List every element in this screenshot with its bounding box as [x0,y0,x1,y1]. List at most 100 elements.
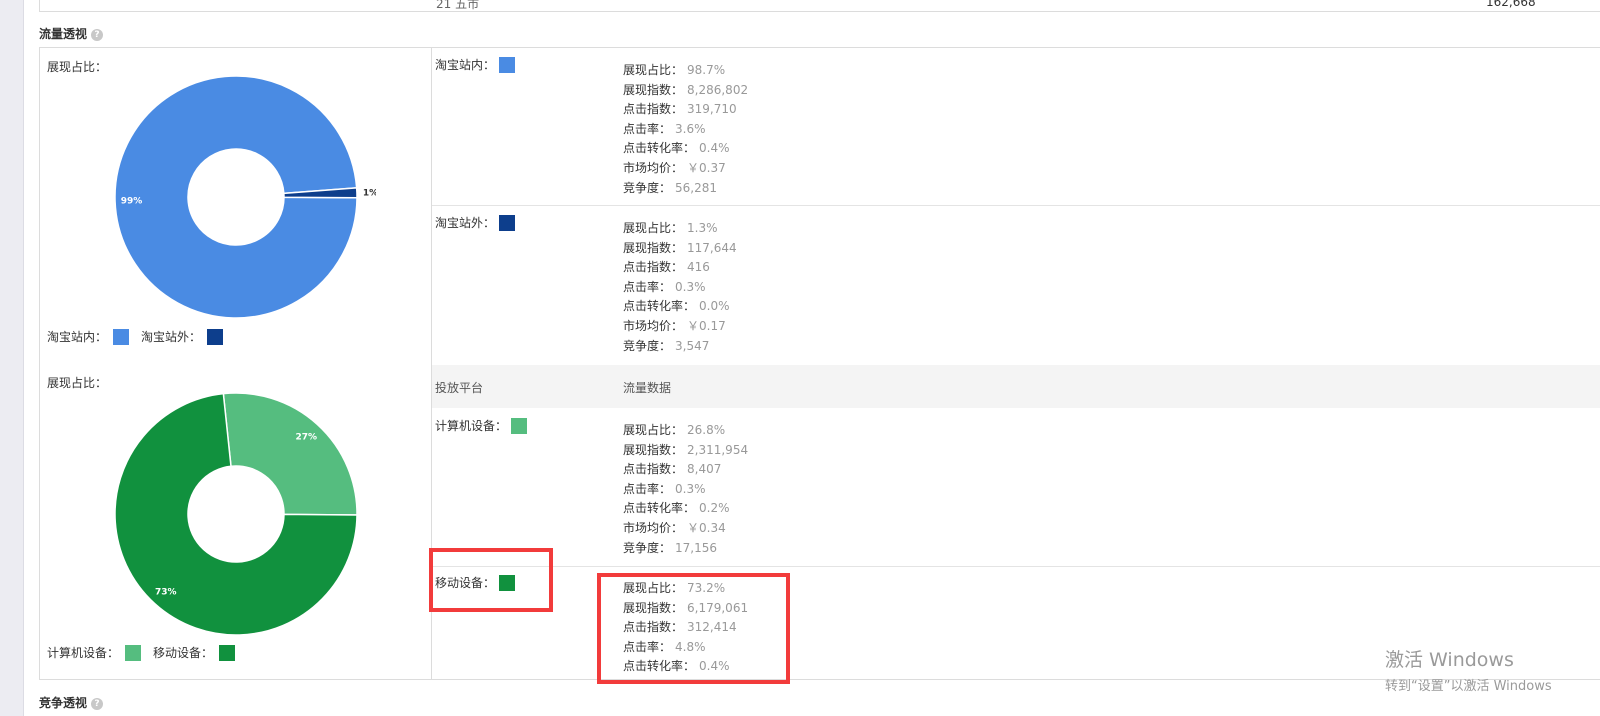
metric-key: 点击率： [623,279,672,294]
metric-key: 点击转化率： [623,501,696,516]
metric-value: 0.4% [699,141,730,156]
metric-item: 竞争度： 56,281 [623,179,748,199]
platform-taobao-in: 淘宝站内： [435,56,516,73]
left-rail [0,0,24,716]
chart1-legend: 淘宝站内： 淘宝站外： [47,328,235,345]
metric-value: 319,710 [687,102,737,117]
metric-item: 竞争度： 3,547 [623,337,737,357]
metric-value: 0.0% [699,299,730,314]
metric-value: 0.2% [699,501,730,516]
metric-item: 市场均价： ￥0.17 [623,317,737,337]
section-title-text: 流量透视 [39,27,88,41]
metric-key: 展现指数： [623,442,684,457]
section-title: 流量透视? [39,25,104,42]
metric-item: 点击转化率： 0.4% [623,139,748,159]
metric-value: 8,407 [687,462,722,477]
metric-key: 展现指数： [623,82,684,97]
platform-pc: 计算机设备： [435,417,528,434]
metric-value: 26.8% [687,423,726,437]
metric-key: 点击率： [623,481,672,496]
donut-label-0: 99% [121,197,143,207]
donut-chart-device: 27% 73% [114,392,358,636]
metric-value: 117,644 [687,240,737,255]
metric-key: 展现占比： [623,63,684,77]
metric-item: 点击率： 3.6% [623,120,748,140]
metric-item: 市场均价： ￥0.37 [623,159,748,179]
platform-label: 计算机设备： [435,419,508,433]
next-section-title: 竞争透视? [39,694,104,711]
metric-key: 点击指数： [623,260,684,275]
metrics-taobao-out: 展现占比： 1.3% 展现指数： 117,644 点击指数： 416 点击率： 0.3% 点击转… [623,219,737,356]
metric-key: 竞争度： [623,338,672,353]
legend-label-mobile: 移动设备： [153,646,214,660]
header-traffic-data: 流量数据 [623,381,672,395]
platform-label: 淘宝站外： [435,216,496,230]
metric-item: 展现占比： 26.8% [623,421,748,441]
row-separator [432,205,1600,206]
metric-key: 竞争度： [623,540,672,555]
platform-swatch [511,417,528,434]
metric-key: 市场均价： [623,520,684,535]
previous-row-value: 162,668 [1486,0,1536,9]
legend-label-taobao-in: 淘宝站内： [47,330,108,344]
question-icon[interactable]: ? [91,28,104,41]
metric-item: 展现指数： 2,311,954 [623,441,748,461]
highlight-box-mobile-label [429,548,553,612]
metric-value: ￥0.34 [687,520,726,535]
metric-item: 点击转化率： 0.2% [623,499,748,519]
legend-label-pc: 计算机设备： [47,646,120,660]
metric-key: 竞争度： [623,180,672,195]
metric-item: 展现指数： 117,644 [623,239,737,259]
donut-slice-0[interactable] [222,392,358,516]
metric-value: 1.3% [687,221,718,235]
highlight-box-mobile-metrics [597,573,790,684]
header-platform: 投放平台 [435,381,484,395]
metric-item: 点击转化率： 0.0% [623,297,737,317]
metric-key: 展现指数： [623,240,684,255]
question-icon[interactable]: ? [91,697,104,710]
previous-table-remnant: 21 五市 162,668 [39,0,1600,12]
metric-value: 8,286,802 [687,82,749,97]
metric-key: 点击指数： [623,462,684,477]
metrics-taobao-in: 展现占比： 98.7% 展现指数： 8,286,802 点击指数： 319,710 点击率：… [623,61,748,198]
metric-key: 展现占比： [623,221,684,235]
device-table-header: 投放平台 流量数据 [432,365,1600,408]
donut-label-1: 73% [155,587,177,597]
metric-item: 市场均价： ￥0.34 [623,519,748,539]
donut-chart-channel: 99% 1% [114,75,376,319]
metric-item: 展现指数： 8,286,802 [623,81,748,101]
metric-item: 展现占比： 98.7% [623,61,748,81]
row-separator [432,566,1600,567]
metric-item: 点击率： 0.3% [623,278,737,298]
metric-value: 3,547 [675,338,710,353]
metric-key: 展现占比： [623,423,684,437]
chart2-label: 展现占比： [47,376,108,390]
metric-value: 416 [687,260,710,275]
metric-key: 市场均价： [623,160,684,175]
metric-item: 展现占比： 1.3% [623,219,737,239]
metric-value: ￥0.37 [687,160,726,175]
metric-key: 点击指数： [623,102,684,117]
metric-value: 0.3% [675,279,706,294]
metric-item: 点击指数： 8,407 [623,460,748,480]
previous-row-label: 21 五市 [436,0,480,11]
windows-activation-watermark: 激活 Windows 转到“设置”以激活 Windows [1385,645,1552,694]
metric-key: 点击率： [623,121,672,136]
metric-value: 56,281 [675,180,718,195]
legend-swatch-pc [125,644,142,661]
metric-item: 点击指数： 416 [623,258,737,278]
platform-swatch [499,214,516,231]
chart1-label: 展现占比： [47,60,108,74]
watermark-line2: 转到“设置”以激活 Windows [1385,679,1552,694]
metric-key: 点击转化率： [623,141,696,156]
donut-label-1: 1% [363,189,376,199]
metric-value: ￥0.17 [687,318,726,333]
metrics-pc: 展现占比： 26.8% 展现指数： 2,311,954 点击指数： 8,407 点击率： 0.… [623,421,748,558]
legend-swatch-taobao-in [113,328,130,345]
watermark-line1: 激活 Windows [1385,649,1514,671]
metric-value: 98.7% [687,63,726,77]
metric-value: 3.6% [675,121,706,136]
metric-value: 17,156 [675,540,718,555]
metric-key: 点击转化率： [623,299,696,314]
legend-label-taobao-out: 淘宝站外： [141,330,202,344]
